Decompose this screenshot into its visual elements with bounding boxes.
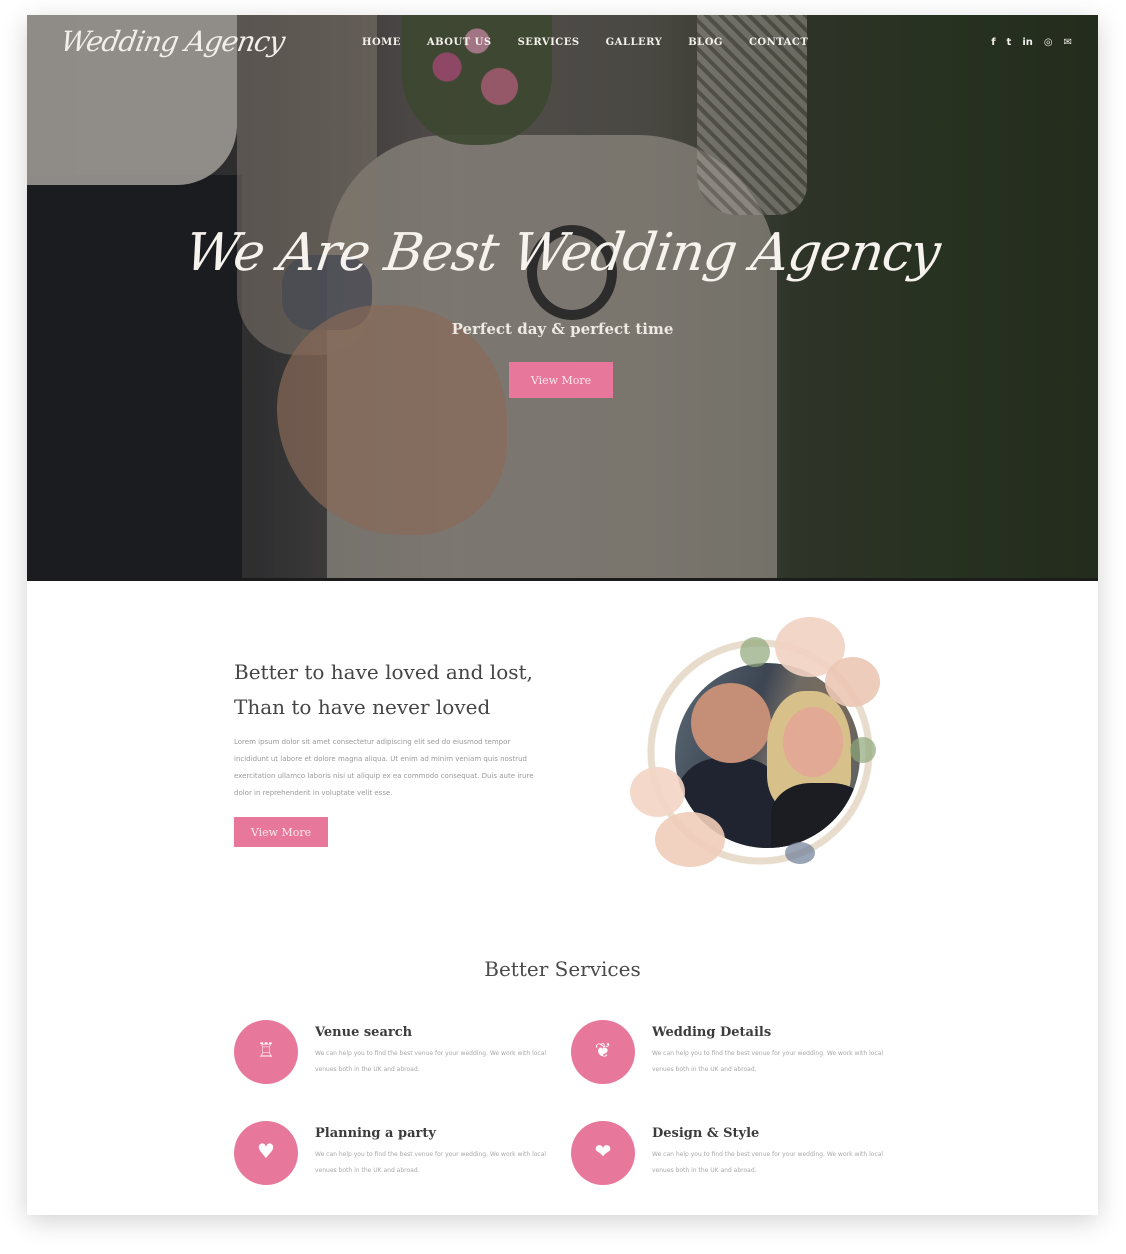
instagram-icon[interactable]: ◎	[1044, 37, 1053, 48]
nav-item-about-us[interactable]: ABOUT US	[427, 37, 492, 48]
intro-heading: Better to have loved and lost, Than to h…	[234, 655, 533, 725]
photo-man-face	[691, 683, 771, 763]
nav-item-home[interactable]: HOME	[362, 37, 401, 48]
heart-icon: ❤	[594, 1139, 612, 1163]
venue-icon: ♖	[257, 1038, 275, 1062]
linkedin-icon[interactable]: in	[1022, 37, 1033, 48]
intro-view-more-button[interactable]: View More	[234, 817, 328, 847]
intro-paragraph: Lorem ipsum dolor sit amet consectetur a…	[234, 738, 534, 797]
nav-item-services[interactable]: SERVICES	[518, 37, 580, 48]
hero-subtitle: Perfect day & perfect time	[451, 320, 674, 338]
flower-decoration	[850, 737, 876, 763]
cake-icon: ♥	[257, 1139, 275, 1163]
photo-woman-face	[783, 707, 843, 777]
hero-overlay	[27, 15, 1098, 581]
flower-decoration	[825, 657, 880, 707]
service-title: Wedding Details	[652, 1025, 772, 1040]
couple-photo-wreath	[625, 617, 895, 887]
nav-item-contact[interactable]: CONTACT	[749, 37, 808, 48]
photo-woman-body	[771, 783, 860, 848]
service-title: Design & Style	[652, 1126, 760, 1141]
service-description: We can help you to find the best venue f…	[652, 1151, 884, 1174]
hero-bottom-border	[27, 578, 1098, 581]
service-title: Planning a party	[315, 1126, 436, 1141]
nav-item-blog[interactable]: BLOG	[688, 37, 723, 48]
nav-item-gallery[interactable]: GALLERY	[606, 37, 663, 48]
site-logo[interactable]: Wedding Agency	[58, 25, 287, 58]
flower-decoration	[655, 812, 725, 867]
flower-decoration	[740, 637, 770, 667]
email-icon[interactable]: ✉	[1064, 37, 1072, 48]
twitter-icon[interactable]: t	[1007, 37, 1012, 48]
service-title: Venue search	[315, 1025, 413, 1040]
service-description: We can help you to find the best venue f…	[315, 1050, 547, 1073]
hero-section: Wedding Agency HOME ABOUT US SERVICES GA…	[27, 15, 1098, 581]
main-nav: HOME ABOUT US SERVICES GALLERY BLOG CONT…	[362, 37, 808, 48]
hero-title: We Are Best Wedding Agency	[181, 223, 944, 283]
service-description: We can help you to find the best venue f…	[652, 1050, 884, 1073]
services-heading: Better Services	[484, 957, 641, 981]
service-description: We can help you to find the best venue f…	[315, 1151, 547, 1174]
page-frame: Wedding Agency HOME ABOUT US SERVICES GA…	[27, 15, 1098, 1215]
flower-decoration	[785, 842, 815, 864]
flower-decoration	[630, 767, 685, 817]
intro-heading-line1: Better to have loved and lost,	[234, 660, 533, 684]
intro-heading-line2: Than to have never loved	[234, 695, 491, 719]
bow-icon: ❦	[594, 1038, 612, 1062]
hero-view-more-button[interactable]: View More	[509, 362, 613, 398]
social-links: f t in ◎ ✉	[991, 37, 1072, 48]
facebook-icon[interactable]: f	[991, 37, 995, 48]
